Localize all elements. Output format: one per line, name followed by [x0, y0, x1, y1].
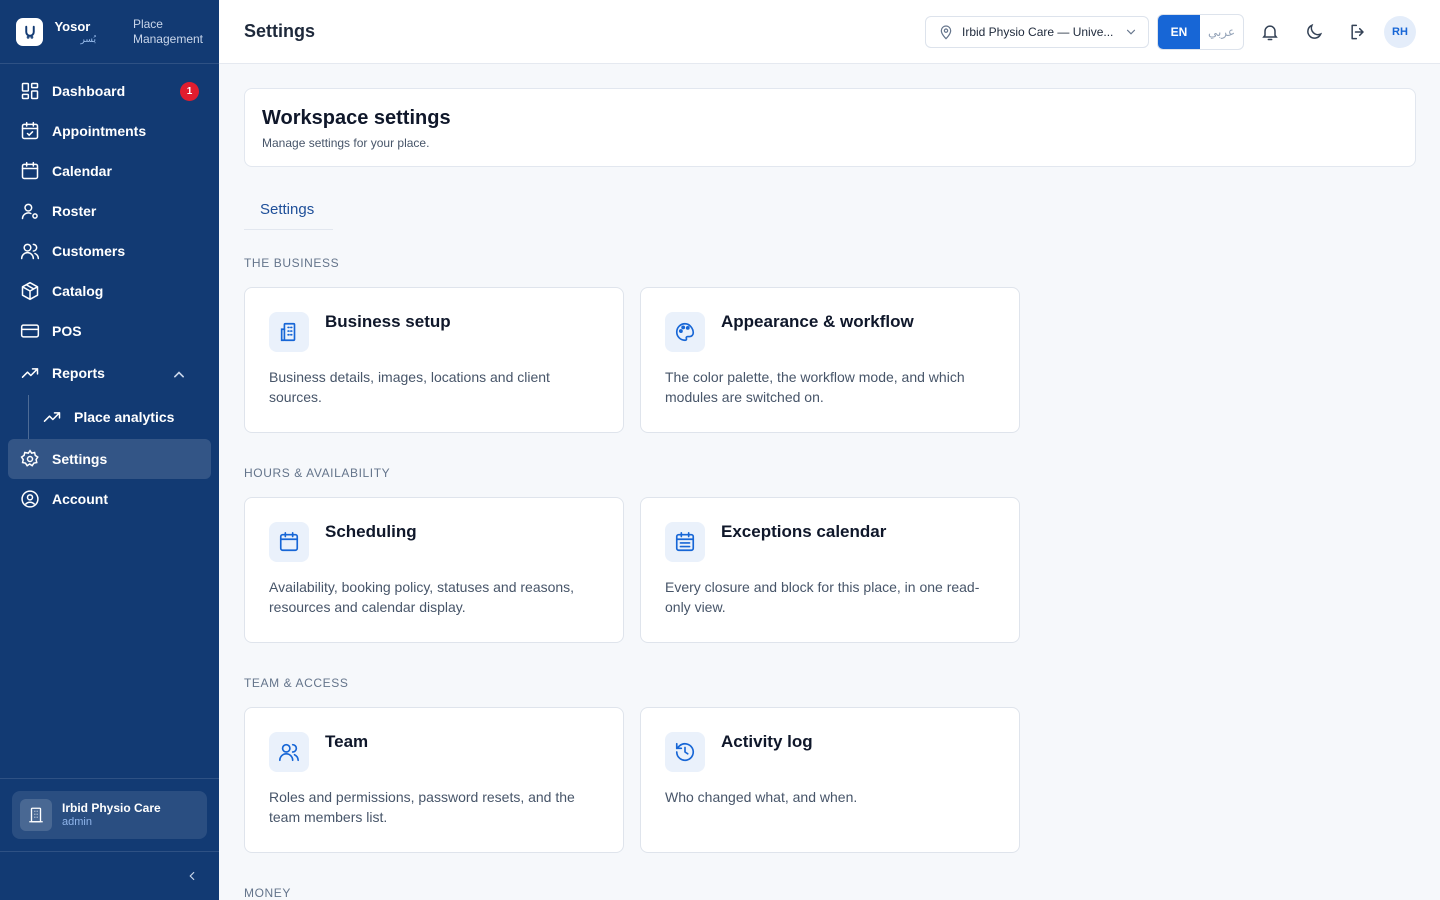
calendar-check-icon	[21, 121, 39, 140]
sidebar-item-catalog[interactable]: Catalog	[8, 271, 211, 311]
lang-ar-button[interactable]: عربي	[1200, 15, 1243, 49]
sidebar-item-label: Catalog	[52, 283, 104, 299]
language-toggle: EN عربي	[1157, 14, 1244, 50]
sidebar-item-label: Appointments	[52, 123, 147, 139]
sidebar-item-settings[interactable]: Settings	[8, 439, 211, 479]
sidebar-item-dashboard[interactable]: Dashboard 1	[8, 71, 211, 111]
section-label-hours: HOURS & AVAILABILITY	[244, 466, 391, 480]
settings-card-scheduling[interactable]: Scheduling Availability, booking policy,…	[244, 497, 624, 643]
card-title: Appearance & workflow	[721, 312, 914, 331]
org-switcher[interactable]: Irbid Physio Care admin	[12, 791, 207, 839]
sidebar-item-calendar[interactable]: Calendar	[8, 151, 211, 191]
sidebar-nav: Dashboard 1 Appointments Calendar Roster…	[0, 64, 219, 519]
sidebar-item-label: Roster	[52, 203, 97, 219]
logout-icon[interactable]	[1348, 22, 1368, 42]
sidebar-item-reports[interactable]: Reports	[8, 351, 211, 395]
sidebar-item-label: Customers	[52, 243, 126, 259]
palette-icon	[665, 312, 705, 352]
tab-settings[interactable]: Settings	[244, 190, 333, 230]
sidebar-item-label: Settings	[52, 451, 108, 467]
section-label-money: MONEY	[244, 886, 292, 900]
user-cog-icon	[21, 203, 38, 220]
history-icon	[665, 732, 705, 772]
chevron-down-icon	[1126, 29, 1136, 35]
trending-up-icon	[43, 412, 61, 422]
building-icon	[20, 799, 52, 831]
card-description: Every closure and block for this place, …	[665, 579, 980, 615]
calendar-list-icon	[665, 522, 705, 562]
settings-card-appearance-workflow[interactable]: Appearance & workflow The color palette,…	[640, 287, 1020, 433]
map-pin-icon	[940, 25, 952, 40]
org-name: Irbid Physio Care	[62, 801, 161, 816]
brand-name-ar: يُسر	[80, 33, 96, 44]
card-description: Business details, images, locations and …	[269, 369, 550, 405]
sidebar-item-label: Account	[52, 491, 108, 507]
sidebar: Yosor يُسر Place Management Dashboard 1 …	[0, 0, 219, 900]
brand-subtitle: Place Management	[132, 16, 203, 46]
settings-card-activity-log[interactable]: Activity log Who changed what, and when.	[640, 707, 1020, 853]
place-selector[interactable]: Irbid Physio Care — Unive...	[925, 16, 1149, 48]
avatar[interactable]: RH	[1384, 16, 1416, 48]
brand-name: Yosor	[54, 18, 91, 34]
calendar-icon	[21, 161, 39, 180]
card-title: Team	[325, 732, 369, 751]
sidebar-item-pos[interactable]: POS	[8, 311, 211, 351]
users-icon	[269, 732, 309, 772]
settings-card-exceptions-calendar[interactable]: Exceptions calendar Every closure and bl…	[640, 497, 1020, 643]
collapse-sidebar-button[interactable]	[0, 851, 219, 900]
card-description: Who changed what, and when.	[665, 789, 858, 805]
user-circle-icon	[21, 490, 39, 508]
notification-badge: 1	[180, 82, 199, 101]
trending-up-icon	[21, 368, 39, 378]
card-title: Exceptions calendar	[721, 522, 887, 541]
sidebar-footer: Irbid Physio Care admin	[0, 778, 219, 900]
sidebar-item-customers[interactable]: Customers	[8, 231, 211, 271]
chevron-left-icon	[189, 871, 195, 881]
card-description: The color palette, the workflow mode, an…	[665, 369, 965, 405]
settings-card-business-setup[interactable]: Business setup Business details, images,…	[244, 287, 624, 433]
section-label-team: TEAM & ACCESS	[244, 676, 349, 690]
chevron-up-icon[interactable]	[169, 365, 189, 385]
package-icon	[21, 281, 39, 301]
org-role: admin	[62, 815, 92, 828]
settings-card-team[interactable]: Team Roles and permissions, password res…	[244, 707, 624, 853]
users-icon	[20, 243, 40, 260]
dashboard-icon	[21, 82, 39, 100]
lang-en-button[interactable]: EN	[1158, 15, 1200, 49]
building-icon	[269, 312, 309, 352]
top-header: Settings Irbid Physio Care — Unive... EN…	[219, 0, 1440, 64]
workspace-title: Workspace settings	[262, 107, 451, 129]
section-label-business: THE BUSINESS	[244, 256, 340, 270]
moon-icon[interactable]	[1304, 22, 1324, 42]
logo-icon	[16, 17, 44, 46]
sidebar-item-label: POS	[52, 323, 82, 339]
sidebar-item-label: Reports	[52, 365, 105, 381]
sidebar-item-account[interactable]: Account	[8, 479, 211, 519]
sidebar-item-label: Calendar	[52, 163, 112, 179]
sidebar-item-appointments[interactable]: Appointments	[8, 111, 211, 151]
bell-icon[interactable]	[1260, 22, 1280, 42]
card-title: Scheduling	[325, 522, 417, 541]
workspace-subtitle: Manage settings for your place.	[262, 136, 430, 150]
card-description: Roles and permissions, password resets, …	[269, 789, 575, 825]
calendar-icon	[269, 522, 309, 562]
sidebar-item-label: Dashboard	[52, 83, 126, 99]
page-title: Settings	[244, 21, 316, 41]
gear-icon	[20, 449, 39, 467]
card-title: Activity log	[721, 732, 813, 751]
sidebar-item-roster[interactable]: Roster	[8, 191, 211, 231]
credit-card-icon	[20, 324, 40, 338]
sidebar-item-place-analytics[interactable]: Place analytics	[28, 395, 211, 439]
brand[interactable]: Yosor يُسر Place Management	[0, 0, 219, 64]
card-title: Business setup	[325, 312, 451, 331]
sidebar-item-label: Place analytics	[74, 409, 175, 425]
workspace-header-card: Workspace settings Manage settings for y…	[244, 88, 1416, 167]
place-selector-value: Irbid Physio Care — Unive...	[962, 25, 1114, 39]
tab-label: Settings	[260, 201, 315, 218]
card-description: Availability, booking policy, statuses a…	[269, 579, 575, 615]
